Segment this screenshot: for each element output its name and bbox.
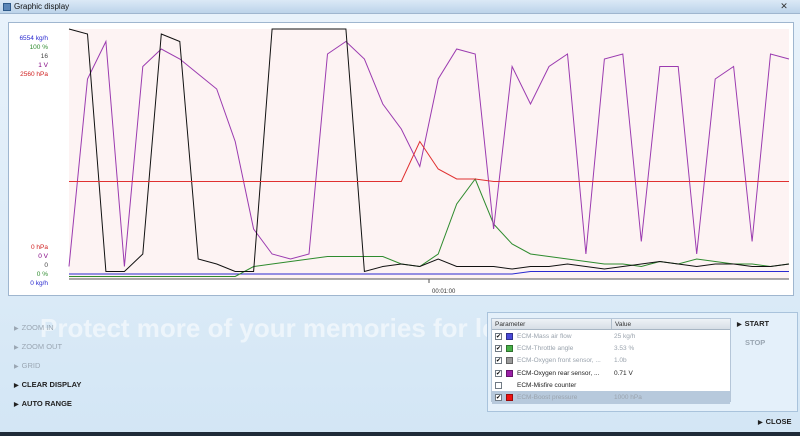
title-bar: Graphic display ✕	[0, 0, 800, 14]
parameter-name: ECM-Boost pressure	[517, 394, 578, 402]
axis-max-label-3: 1 V	[38, 62, 48, 69]
close-button[interactable]: ▶ CLOSE	[758, 417, 791, 426]
parameter-name: ECM-Throttle angle	[517, 344, 574, 352]
parameter-checkbox[interactable]: ✔	[495, 369, 502, 377]
parameter-value: 3.53 %	[614, 344, 635, 352]
arrow-icon: ▶	[14, 326, 19, 332]
close-label: CLOSE	[765, 417, 792, 426]
command-label: AUTO RANGE	[21, 399, 72, 408]
parameter-value: 25 kg/h	[614, 332, 636, 340]
parameter-name: ECM-Oxygen front sensor, ...	[517, 357, 601, 365]
parameter-row[interactable]: ✔ ECM-Oxygen rear sensor, ... 0.71 V	[492, 367, 730, 379]
zoom-in-button[interactable]: ▶ ZOOM IN	[14, 323, 54, 332]
axis-min-label-1: 0 V	[38, 253, 48, 260]
color-swatch[interactable]	[506, 369, 513, 377]
command-label: GRID	[21, 361, 41, 370]
parameter-row[interactable]: ✔ ECM-Throttle angle 3.53 %	[492, 342, 730, 354]
axis-min-label-3: 0 %	[36, 271, 48, 278]
app-icon	[3, 3, 11, 11]
axis-max-label-4: 2560 hPa	[20, 71, 48, 78]
color-swatch[interactable]	[506, 394, 513, 402]
parameter-row[interactable]: ✔ ECM-Oxygen front sensor, ... 1.0b	[492, 355, 730, 367]
line-chart	[68, 28, 790, 283]
clear-display-button[interactable]: ▶ CLEAR DISPLAY	[14, 380, 81, 389]
start-arrow-icon: ▶	[737, 322, 742, 328]
axis-max-label-2: 16	[40, 53, 48, 60]
parameter-checkbox[interactable]: ✔	[495, 357, 502, 365]
axis-min-label-2: 0	[44, 262, 48, 269]
parameter-checkbox[interactable]: ✔	[495, 332, 502, 340]
color-swatch[interactable]	[506, 357, 513, 365]
color-swatch[interactable]	[506, 344, 513, 352]
parameter-column-header[interactable]: Parameter	[492, 319, 612, 329]
close-arrow-icon: ▶	[758, 420, 763, 426]
command-label: ZOOM OUT	[21, 342, 63, 351]
time-marker-label: 00:01:00	[432, 289, 456, 295]
parameter-checkbox[interactable]	[495, 381, 502, 389]
parameter-row[interactable]: ✔ ECM-Mass air flow 25 kg/h	[492, 330, 730, 342]
axis-max-label-1: 100 %	[29, 44, 48, 51]
parameter-name: ECM-Misfire counter	[517, 381, 577, 389]
axis-min-label-0: 0 hPa	[31, 244, 48, 251]
plot-background	[69, 29, 789, 279]
arrow-icon: ▶	[14, 345, 19, 351]
window-title: Graphic display	[14, 2, 70, 11]
chart-area	[8, 22, 794, 296]
command-label: ZOOM IN	[21, 323, 54, 332]
parameter-value: 0.71 V	[614, 369, 633, 377]
value-column-header[interactable]: Value	[612, 319, 631, 329]
parameter-value: 1000 hPa	[614, 394, 642, 402]
parameter-name: ECM-Oxygen rear sensor, ...	[517, 369, 600, 377]
zoom-out-button[interactable]: ▶ ZOOM OUT	[14, 342, 62, 351]
parameter-table-header: Parameter Value	[492, 319, 730, 330]
parameter-table[interactable]: Parameter Value ✔ ECM-Mass air flow 25 kg/…	[491, 318, 731, 404]
grid-button[interactable]: ▶ GRID	[14, 361, 40, 370]
stop-label: STOP	[745, 338, 766, 347]
auto-range-button[interactable]: ▶ AUTO RANGE	[14, 399, 72, 408]
taskbar-strip	[0, 432, 800, 436]
color-swatch[interactable]	[506, 332, 513, 340]
start-label: START	[744, 319, 770, 328]
arrow-icon: ▶	[14, 383, 19, 389]
parameter-row[interactable]: ✔ ECM-Boost pressure 1000 hPa	[492, 391, 730, 404]
axis-max-label-0: 6554 kg/h	[19, 35, 48, 42]
parameter-checkbox[interactable]: ✔	[495, 344, 502, 352]
arrow-icon: ▶	[14, 364, 19, 370]
command-label: CLEAR DISPLAY	[21, 380, 82, 389]
start-button[interactable]: ▶ START	[737, 319, 769, 328]
stop-button[interactable]: STOP	[745, 338, 765, 347]
parameter-value: 1.0b	[614, 357, 627, 365]
arrow-icon: ▶	[14, 402, 19, 408]
parameter-row[interactable]: ECM-Misfire counter	[492, 379, 730, 391]
parameter-checkbox[interactable]: ✔	[495, 394, 502, 402]
window-close-button[interactable]: ✕	[776, 0, 792, 13]
color-swatch[interactable]	[506, 382, 513, 389]
axis-min-label-4: 0 kg/h	[30, 280, 48, 287]
parameter-name: ECM-Mass air flow	[517, 332, 572, 340]
